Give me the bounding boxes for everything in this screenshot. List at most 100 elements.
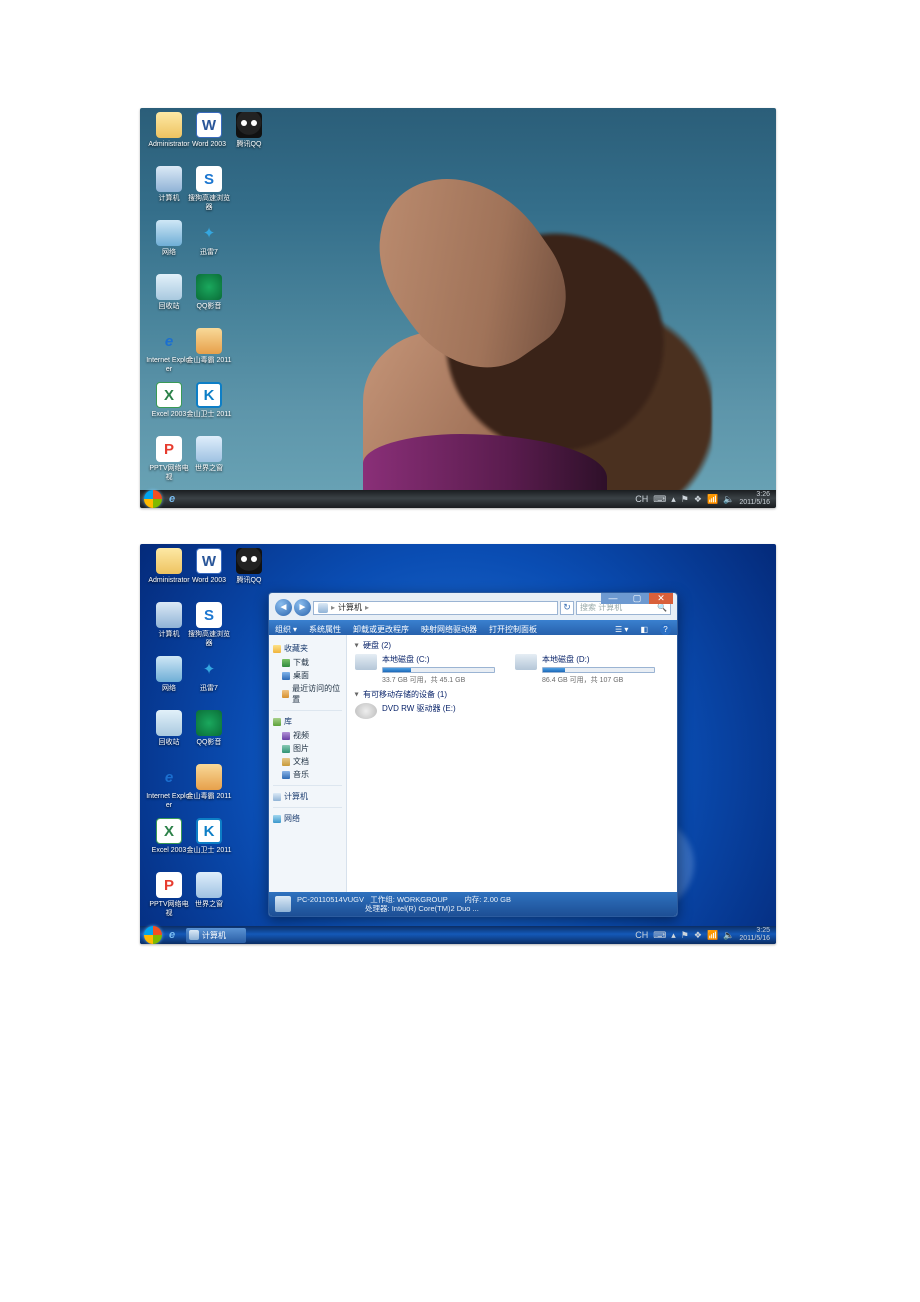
desktop-icon-label: QQ影音 xyxy=(186,302,232,311)
taskbar-pinned-ie[interactable]: e xyxy=(166,492,182,507)
cmd-map-drive[interactable]: 映射网络驱动器 xyxy=(421,624,477,635)
download-icon xyxy=(282,659,290,667)
workgroup-label: 工作组: xyxy=(370,895,395,904)
navigation-pane[interactable]: 收藏夹 下载 桌面 最近访问的位置 库 视频 图片 文档 音乐 计算机 网络 xyxy=(269,635,347,892)
cmd-uninstall[interactable]: 卸载或更改程序 xyxy=(353,624,409,635)
nav-music[interactable]: 音乐 xyxy=(282,769,342,780)
pc-name: PC-20110514VUGV xyxy=(297,895,364,904)
desktop-icon[interactable]: 腾讯QQ xyxy=(226,548,272,585)
system-tray[interactable]: CH ⌨ ▴ ⚑ ❖ 📶 🔈 3:26 2011/5/16 xyxy=(635,491,772,507)
network-icon[interactable]: 📶 xyxy=(707,494,718,505)
breadcrumb[interactable]: ▸ 计算机 ▸ xyxy=(313,601,558,615)
breadcrumb-item[interactable]: 计算机 xyxy=(338,602,362,613)
desktop-icon[interactable]: 金山毒霸 2011 xyxy=(186,328,232,365)
start-button[interactable] xyxy=(144,490,162,508)
desktop-icon[interactable]: QQ影音 xyxy=(186,710,232,747)
desktop-icon-label: 搜狗高速浏览器 xyxy=(186,194,232,212)
start-button[interactable] xyxy=(144,926,162,944)
drive-label: 本地磁盘 (C:) xyxy=(382,654,495,665)
nav-network[interactable]: 网络 xyxy=(273,813,342,824)
drive-label: DVD RW 驱动器 (E:) xyxy=(382,703,495,714)
keyboard-icon[interactable]: ⌨ xyxy=(653,930,666,941)
cpu-value: Intel(R) Core(TM)2 Duo ... xyxy=(392,904,479,913)
system-tray[interactable]: CH ⌨ ▴ ⚑ ❖ 📶 🔈 3:25 2011/5/16 xyxy=(635,927,772,943)
explorer-window[interactable]: — ▢ ✕ ◄ ► ▸ 计算机 ▸ ↻ 搜索 计算机 🔍 xyxy=(268,592,678,917)
ww-icon xyxy=(196,872,222,898)
desktop-icon[interactable]: 金山毒霸 2011 xyxy=(186,764,232,801)
desktop-icon[interactable]: 世界之窗 xyxy=(186,436,232,473)
ie-icon: e xyxy=(156,764,182,790)
cmd-organize[interactable]: 组织 ▾ xyxy=(275,624,297,635)
nav-recent[interactable]: 最近访问的位置 xyxy=(282,683,342,705)
desktop-icon-label: 金山毒霸 2011 xyxy=(186,792,232,801)
shield-icon[interactable]: ❖ xyxy=(694,930,702,941)
qq-icon xyxy=(236,112,262,138)
desktop-icon[interactable]: 世界之窗 xyxy=(186,872,232,909)
tray-lang[interactable]: CH xyxy=(635,494,648,504)
taskbar-pinned-ie[interactable]: e xyxy=(166,928,182,943)
nav-desktop[interactable]: 桌面 xyxy=(282,670,342,681)
group-header[interactable]: 硬盘 (2) xyxy=(355,640,669,651)
word-icon: W xyxy=(196,548,222,574)
nav-documents[interactable]: 文档 xyxy=(282,756,342,767)
tray-lang[interactable]: CH xyxy=(635,930,648,940)
document-page: AdministratorWWord 2003腾讯QQ计算机S搜狗高速浏览器网络… xyxy=(0,0,920,1302)
flag-icon[interactable]: ⚑ xyxy=(681,930,689,941)
tray-chevron-icon[interactable]: ▴ xyxy=(671,494,676,505)
desktop[interactable]: AdministratorWWord 2003腾讯QQ计算机S搜狗高速浏览器网络… xyxy=(140,108,776,490)
shield-icon[interactable]: ❖ xyxy=(694,494,702,505)
content-pane[interactable]: 硬盘 (2) 本地磁盘 (C:)33.7 GB 可用，共 45.1 GB本地磁盘… xyxy=(347,635,677,892)
nav-back-button[interactable]: ◄ xyxy=(275,599,292,616)
local-disk[interactable]: 本地磁盘 (C:)33.7 GB 可用，共 45.1 GB xyxy=(355,654,495,685)
desktop-icon-label: 世界之窗 xyxy=(186,464,232,473)
computer-icon xyxy=(275,896,291,912)
desktop-icon[interactable]: S搜狗高速浏览器 xyxy=(186,166,232,212)
desktop-icon[interactable]: K金山卫士 2011 xyxy=(186,382,232,419)
desktop-icon[interactable]: K金山卫士 2011 xyxy=(186,818,232,855)
dvd-icon xyxy=(355,703,377,719)
refresh-button[interactable]: ↻ xyxy=(560,601,574,615)
group-header[interactable]: 有可移动存储的设备 (1) xyxy=(355,689,669,700)
recent-icon xyxy=(282,690,289,698)
nav-libraries[interactable]: 库 xyxy=(273,716,342,727)
nav-computer[interactable]: 计算机 xyxy=(273,791,342,802)
xl-icon: ✦ xyxy=(196,220,222,246)
help-button[interactable]: ? xyxy=(660,624,671,635)
volume-icon[interactable]: 🔈 xyxy=(723,930,734,941)
pps-icon: P xyxy=(156,436,182,462)
preview-pane-button[interactable]: ◧ xyxy=(640,625,648,634)
tray-chevron-icon[interactable]: ▴ xyxy=(671,930,676,941)
desktop-icon[interactable]: S搜狗高速浏览器 xyxy=(186,602,232,648)
screenshot-1: AdministratorWWord 2003腾讯QQ计算机S搜狗高速浏览器网络… xyxy=(140,108,776,508)
local-disk[interactable]: 本地磁盘 (D:)86.4 GB 可用，共 107 GB xyxy=(515,654,655,685)
view-button[interactable]: ☰ ▾ xyxy=(615,625,628,634)
nav-pictures[interactable]: 图片 xyxy=(282,743,342,754)
keyboard-icon[interactable]: ⌨ xyxy=(653,494,666,505)
desktop-icon[interactable]: ✦迅雷7 xyxy=(186,220,232,257)
desktop-icon[interactable]: QQ影音 xyxy=(186,274,232,311)
nav-downloads[interactable]: 下载 xyxy=(282,657,342,668)
nav-videos[interactable]: 视频 xyxy=(282,730,342,741)
flag-icon[interactable]: ⚑ xyxy=(681,494,689,505)
library-icon xyxy=(273,718,281,726)
volume-icon[interactable]: 🔈 xyxy=(723,494,734,505)
desktop-icon[interactable]: 腾讯QQ xyxy=(226,112,272,149)
dvd-drive[interactable]: DVD RW 驱动器 (E:) xyxy=(355,703,495,719)
taskbar[interactable]: e 计算机 CH ⌨ ▴ ⚑ ❖ 📶 🔈 3:25 2011/5/16 xyxy=(140,926,776,944)
nav-favorites[interactable]: 收藏夹 xyxy=(273,643,342,654)
network-icon[interactable]: 📶 xyxy=(707,930,718,941)
minimize-button[interactable]: — xyxy=(601,592,625,604)
desktop-icon[interactable]: ✦迅雷7 xyxy=(186,656,232,693)
close-button[interactable]: ✕ xyxy=(649,592,673,604)
maximize-button[interactable]: ▢ xyxy=(625,592,649,604)
taskbar[interactable]: e CH ⌨ ▴ ⚑ ❖ 📶 🔈 3:26 2011/5/16 xyxy=(140,490,776,508)
clock-time: 3:25 xyxy=(739,927,770,935)
cmd-control-panel[interactable]: 打开控制面板 xyxy=(489,624,537,635)
taskbar-item-label: 计算机 xyxy=(202,930,226,941)
clock[interactable]: 3:25 2011/5/16 xyxy=(739,927,772,943)
cmd-system-properties[interactable]: 系统属性 xyxy=(309,624,341,635)
nav-forward-button[interactable]: ► xyxy=(294,599,311,616)
clock[interactable]: 3:26 2011/5/16 xyxy=(739,491,772,507)
taskbar-item-computer[interactable]: 计算机 xyxy=(186,928,246,943)
js-icon xyxy=(196,328,222,354)
